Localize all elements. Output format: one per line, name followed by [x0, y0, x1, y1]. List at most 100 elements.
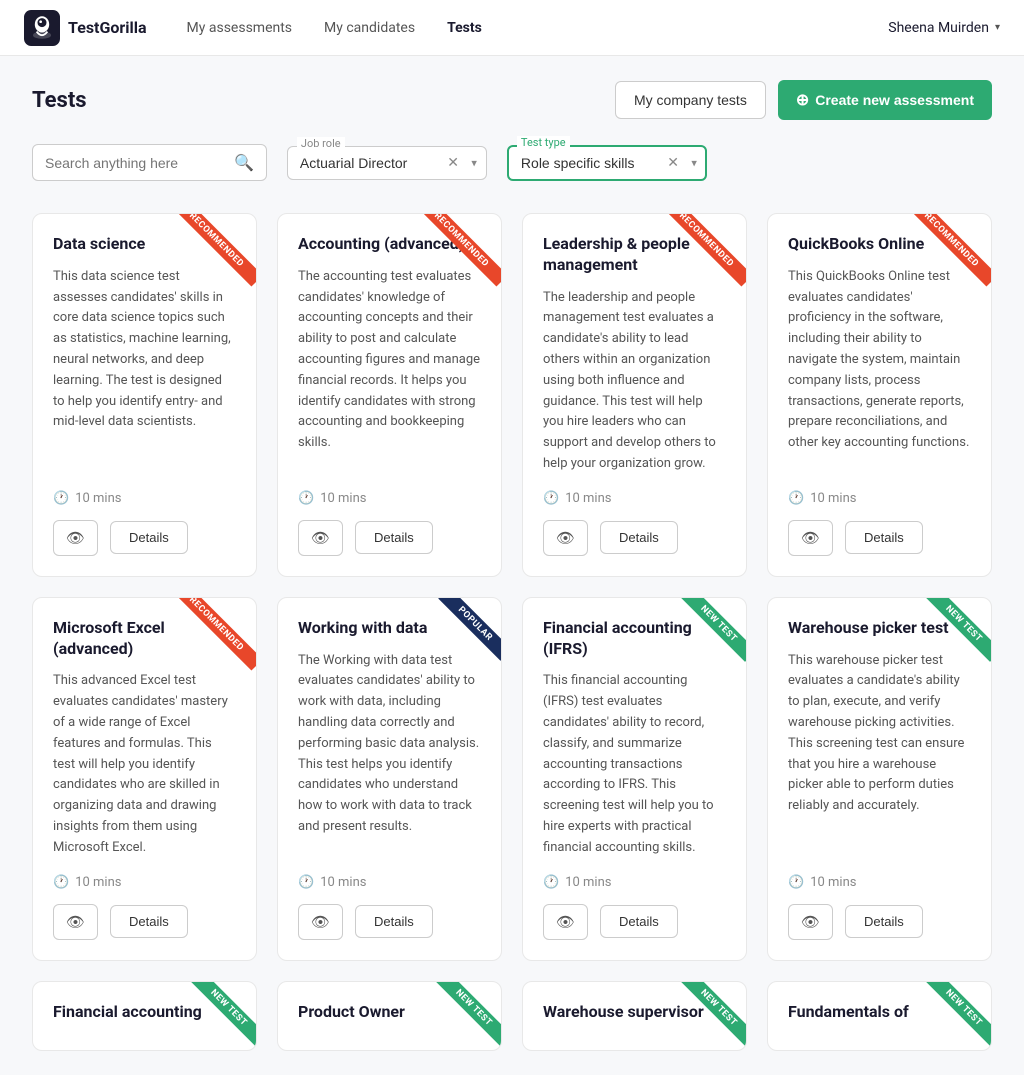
card-actions: 👁 Details [53, 520, 236, 556]
card-description: The leadership and people management tes… [543, 288, 726, 475]
card-time: 🕐 10 mins [788, 491, 971, 506]
details-button[interactable]: Details [845, 521, 923, 554]
card-title: Warehouse supervisor [543, 1002, 726, 1021]
card-description: This financial accounting (IFRS) test ev… [543, 671, 726, 858]
user-name: Sheena Muirden [888, 20, 989, 36]
eye-icon: 👁 [311, 529, 330, 547]
time-label: 10 mins [810, 491, 856, 506]
preview-button[interactable]: 👁 [788, 904, 833, 940]
details-button[interactable]: Details [600, 521, 678, 554]
company-tests-button[interactable]: My company tests [615, 81, 766, 119]
search-icon: 🔍 [234, 153, 254, 172]
nav-my-candidates[interactable]: My candidates [324, 20, 415, 36]
partial-card: NEW TEST Financial accounting [32, 981, 257, 1051]
test-type-filter: Test type Role specific skills ✕ ▾ [507, 145, 707, 181]
details-button[interactable]: Details [355, 521, 433, 554]
test-card: RECOMMENDED Data science This data scien… [32, 213, 257, 577]
details-button[interactable]: Details [110, 521, 188, 554]
card-title: Data science [53, 234, 236, 255]
card-title: Warehouse picker test [788, 618, 971, 639]
user-menu[interactable]: Sheena Muirden ▾ [888, 20, 1000, 36]
card-title: Leadership & people management [543, 234, 726, 276]
partial-card: NEW TEST Product Owner [277, 981, 502, 1051]
time-label: 10 mins [565, 491, 611, 506]
eye-icon: 👁 [801, 913, 820, 931]
card-title: Microsoft Excel (advanced) [53, 618, 236, 660]
preview-button[interactable]: 👁 [53, 520, 98, 556]
preview-button[interactable]: 👁 [543, 520, 588, 556]
logo[interactable]: TestGorilla [24, 10, 147, 46]
preview-button[interactable]: 👁 [53, 904, 98, 940]
test-type-clear-icon[interactable]: ✕ [667, 155, 679, 171]
test-card: NEW TEST Warehouse picker test This ware… [767, 597, 992, 961]
clock-icon: 🕐 [543, 491, 559, 506]
card-actions: 👁 Details [788, 904, 971, 940]
partial-card: NEW TEST Warehouse supervisor [522, 981, 747, 1051]
page-header: Tests My company tests ⊕ Create new asse… [32, 80, 992, 120]
page-title: Tests [32, 88, 87, 113]
card-description: This advanced Excel test evaluates candi… [53, 671, 236, 858]
test-card: RECOMMENDED Leadership & people manageme… [522, 213, 747, 577]
card-actions: 👁 Details [543, 904, 726, 940]
test-card: RECOMMENDED Accounting (advanced) The ac… [277, 213, 502, 577]
user-chevron-icon: ▾ [995, 22, 1000, 33]
card-actions: 👁 Details [298, 904, 481, 940]
card-title: Product Owner [298, 1002, 481, 1021]
card-time: 🕐 10 mins [543, 875, 726, 890]
test-type-label: Test type [517, 136, 570, 149]
card-actions: 👁 Details [298, 520, 481, 556]
card-description: The accounting test evaluates candidates… [298, 267, 481, 475]
page-content: Tests My company tests ⊕ Create new asse… [0, 56, 1024, 1075]
card-time: 🕐 10 mins [543, 491, 726, 506]
card-title: Financial accounting (IFRS) [543, 618, 726, 660]
nav-tests[interactable]: Tests [447, 20, 482, 36]
details-button[interactable]: Details [110, 905, 188, 938]
job-role-filter: Job role Actuarial Director ✕ ▾ [287, 146, 487, 180]
navbar: TestGorilla My assessments My candidates… [0, 0, 1024, 56]
clock-icon: 🕐 [788, 875, 804, 890]
eye-icon: 👁 [66, 529, 85, 547]
cards-grid: RECOMMENDED Data science This data scien… [32, 213, 992, 961]
card-time: 🕐 10 mins [298, 491, 481, 506]
test-card: RECOMMENDED Microsoft Excel (advanced) T… [32, 597, 257, 961]
card-time: 🕐 10 mins [788, 875, 971, 890]
eye-icon: 👁 [311, 913, 330, 931]
nav-my-assessments[interactable]: My assessments [187, 20, 293, 36]
card-actions: 👁 Details [788, 520, 971, 556]
details-button[interactable]: Details [600, 905, 678, 938]
clock-icon: 🕐 [543, 875, 559, 890]
clock-icon: 🕐 [298, 491, 314, 506]
job-role-clear-icon[interactable]: ✕ [447, 155, 459, 171]
card-title: Accounting (advanced) [298, 234, 481, 255]
header-actions: My company tests ⊕ Create new assessment [615, 80, 992, 120]
search-box: 🔍 [32, 144, 267, 181]
details-button[interactable]: Details [845, 905, 923, 938]
plus-circle-icon: ⊕ [796, 90, 809, 110]
preview-button[interactable]: 👁 [543, 904, 588, 940]
logo-text: TestGorilla [68, 18, 147, 37]
preview-button[interactable]: 👁 [298, 520, 343, 556]
test-card: RECOMMENDED QuickBooks Online This Quick… [767, 213, 992, 577]
details-button[interactable]: Details [355, 905, 433, 938]
card-description: This warehouse picker test evaluates a c… [788, 651, 971, 859]
nav-links: My assessments My candidates Tests [187, 20, 889, 36]
eye-icon: 👁 [556, 529, 575, 547]
create-assessment-button[interactable]: ⊕ Create new assessment [778, 80, 992, 120]
time-label: 10 mins [75, 491, 121, 506]
card-title: Fundamentals of [788, 1002, 971, 1021]
eye-icon: 👁 [66, 913, 85, 931]
card-description: This data science test assesses candidat… [53, 267, 236, 475]
preview-button[interactable]: 👁 [788, 520, 833, 556]
card-description: This QuickBooks Online test evaluates ca… [788, 267, 971, 475]
time-label: 10 mins [320, 491, 366, 506]
preview-button[interactable]: 👁 [298, 904, 343, 940]
card-title: Working with data [298, 618, 481, 639]
time-label: 10 mins [320, 875, 366, 890]
test-type-select-wrapper: Role specific skills ✕ ▾ [507, 145, 707, 181]
partial-cards-grid: NEW TEST Financial accounting NEW TEST P… [32, 981, 992, 1051]
time-label: 10 mins [565, 875, 611, 890]
filters-row: 🔍 Job role Actuarial Director ✕ ▾ Test t… [32, 144, 992, 181]
card-actions: 👁 Details [53, 904, 236, 940]
search-input[interactable] [45, 155, 226, 171]
card-time: 🕐 10 mins [298, 875, 481, 890]
